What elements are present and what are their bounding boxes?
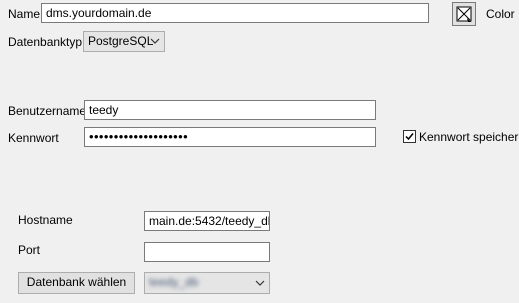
hostname-input[interactable]: main.de:5432/teedy_db? — [144, 211, 270, 231]
color-label: Color — [486, 7, 515, 21]
username-input[interactable]: teedy — [84, 100, 376, 120]
color-button[interactable] — [452, 2, 476, 26]
name-label: Name — [8, 7, 41, 21]
db-type-select[interactable]: PostgreSQL — [83, 31, 165, 52]
database-value: teedy_db — [149, 275, 199, 289]
checkmark-icon — [405, 133, 414, 141]
save-password-label: Kennwort speichern — [419, 130, 519, 144]
chevron-down-icon — [255, 280, 265, 286]
chevron-down-icon — [150, 38, 160, 44]
password-label: Kennwort — [8, 131, 59, 145]
db-type-value: PostgreSQL — [88, 34, 154, 48]
save-password-checkbox[interactable] — [403, 130, 416, 143]
database-select[interactable]: teedy_db — [144, 272, 270, 294]
password-input[interactable]: •••••••••••••••••••• — [84, 127, 376, 147]
db-type-label: Datenbanktyp — [8, 35, 83, 49]
username-label: Benutzername — [8, 104, 87, 118]
port-input[interactable] — [144, 242, 270, 262]
port-label: Port — [18, 243, 41, 257]
color-picker-icon — [456, 6, 472, 22]
name-input[interactable]: dms.yourdomain.de — [41, 3, 429, 23]
hostname-label: Hostname — [18, 213, 73, 227]
choose-database-button[interactable]: Datenbank wählen — [18, 272, 135, 294]
